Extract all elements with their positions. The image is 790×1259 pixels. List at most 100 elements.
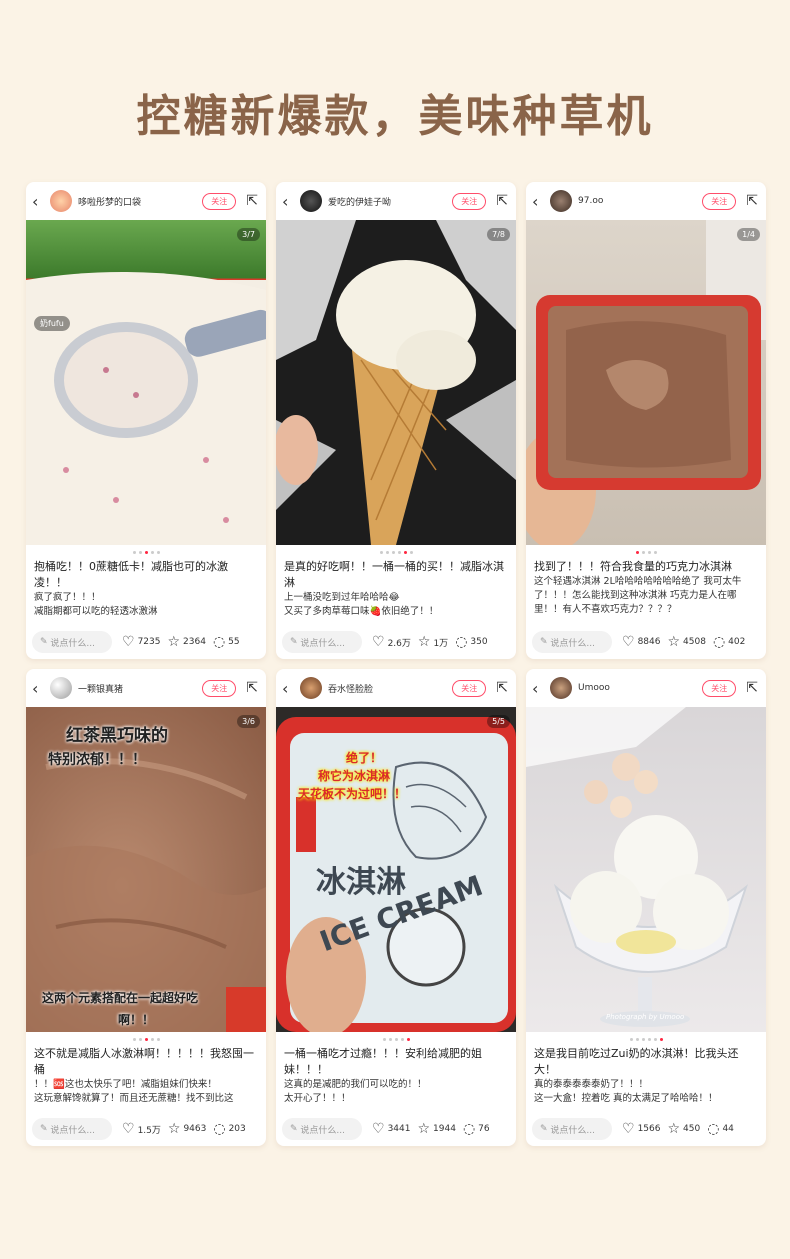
comment-button[interactable]: ◌ 44: [707, 1121, 734, 1137]
collect-button[interactable]: ☆ 1万: [418, 634, 448, 650]
share-icon[interactable]: ⇱: [746, 680, 758, 696]
back-arrow-icon[interactable]: ‹: [282, 192, 300, 211]
post-body: 找到了！！！符合我食量的巧克力冰淇淋 这个轻遇冰淇淋 2L哈哈哈哈哈哈哈绝了 我…: [526, 559, 766, 623]
comment-count: 350: [470, 637, 488, 647]
comment-input[interactable]: ✎ 说点什么...: [282, 631, 362, 653]
comment-count: 76: [478, 1124, 490, 1134]
overlay-text: 特别浓郁！！！: [48, 752, 146, 768]
comment-button[interactable]: ◌ 350: [455, 634, 487, 650]
back-arrow-icon[interactable]: ‹: [532, 192, 550, 211]
post-photo[interactable]: 3/7 奶fufu: [26, 220, 266, 545]
post-header: ‹ 吞水怪脸脸 关注 ⇱: [276, 669, 516, 707]
post-card[interactable]: ‹ 97.oo 关注 ⇱ 1/4 找到了！！！符合我食量的巧克力冰淇淋 这个轻遇…: [526, 182, 766, 659]
post-title: 这不就是减脂人冰激淋啊！！！！！我怒囤一桶: [34, 1047, 254, 1076]
post-header: ‹ 一颗银真猪 关注 ⇱: [26, 669, 266, 707]
follow-button[interactable]: 关注: [202, 679, 237, 697]
comment-input[interactable]: ✎ 说点什么...: [32, 631, 112, 653]
collect-count: 1万: [433, 638, 449, 649]
comment-button[interactable]: ◌ 203: [213, 1121, 245, 1137]
photo-tag[interactable]: 奶fufu: [34, 316, 70, 331]
post-photo[interactable]: 7/8: [276, 220, 516, 545]
follow-button[interactable]: 关注: [202, 192, 237, 210]
avatar[interactable]: [300, 677, 322, 699]
post-card[interactable]: ‹ 哆啦彤梦的口袋 关注 ⇱ 3/7 奶fufu 抱桶吃！！0蔗糖低卡！减脂也可…: [26, 182, 266, 659]
username[interactable]: 爱吃的伊娃子呦: [328, 195, 452, 208]
like-button[interactable]: ♡ 8846: [622, 634, 660, 650]
collect-button[interactable]: ☆ 2364: [167, 634, 205, 650]
comment-input[interactable]: ✎ 说点什么...: [32, 1118, 112, 1140]
comment-bubble-icon: ◌: [707, 1121, 720, 1137]
collect-button[interactable]: ☆ 450: [667, 1121, 700, 1137]
page-headline: 控糖新爆款，美味种草机: [136, 91, 654, 142]
post-photo[interactable]: Photograph by Umooo: [526, 707, 766, 1032]
comment-button[interactable]: ◌ 76: [463, 1121, 490, 1137]
share-icon[interactable]: ⇱: [246, 193, 258, 209]
like-button[interactable]: ♡ 1.5万: [122, 1121, 161, 1137]
username[interactable]: 97.oo: [578, 196, 702, 206]
share-icon[interactable]: ⇱: [496, 680, 508, 696]
post-photo[interactable]: 1/4: [526, 220, 766, 545]
like-count: 2.6万: [387, 638, 411, 649]
engagement-bar: ✎ 说点什么... ♡ 2.6万 ☆ 1万 ◌ 350: [276, 625, 516, 659]
comment-button[interactable]: ◌ 55: [213, 634, 240, 650]
overlay-text: 红茶黑巧味的: [66, 726, 168, 746]
collect-button[interactable]: ☆ 1944: [417, 1121, 455, 1137]
share-icon[interactable]: ⇱: [246, 680, 258, 696]
username[interactable]: 一颗银真猪: [78, 682, 202, 695]
share-icon[interactable]: ⇱: [496, 193, 508, 209]
avatar[interactable]: [550, 677, 572, 699]
post-photo[interactable]: 红茶黑巧味的 特别浓郁！！！ 这两个元素搭配在一起超好吃 啊！！ 3/6: [26, 707, 266, 1032]
collect-count: 1944: [433, 1124, 456, 1134]
collect-button[interactable]: ☆ 4508: [667, 634, 705, 650]
avatar[interactable]: [50, 190, 72, 212]
comment-count: 402: [728, 637, 746, 647]
post-text: 这一大盒！控着吃 真的太满足了哈哈哈！！: [534, 1093, 718, 1104]
heart-icon: ♡: [372, 634, 385, 650]
avatar[interactable]: [550, 190, 572, 212]
follow-button[interactable]: 关注: [452, 192, 487, 210]
overlay-text: 啊！！: [118, 1013, 155, 1027]
username[interactable]: 哆啦彤梦的口袋: [78, 195, 202, 208]
follow-button[interactable]: 关注: [702, 192, 737, 210]
comment-input[interactable]: ✎ 说点什么...: [532, 1118, 612, 1140]
follow-button[interactable]: 关注: [702, 679, 737, 697]
post-title: 是真的好吃啊！！一桶一桶的买！！减脂冰淇淋: [284, 560, 504, 589]
post-card[interactable]: ‹ Umooo 关注 ⇱ Photograph by Umooo 这是我目前吃过…: [526, 669, 766, 1146]
collect-button[interactable]: ☆ 9463: [168, 1121, 206, 1137]
heart-icon: ♡: [122, 634, 135, 650]
avatar[interactable]: [300, 190, 322, 212]
image-counter: 3/7: [237, 228, 260, 241]
username[interactable]: Umooo: [578, 683, 702, 693]
avatar[interactable]: [50, 677, 72, 699]
back-arrow-icon[interactable]: ‹: [532, 679, 550, 698]
carousel-dots: [276, 1032, 516, 1046]
image-counter: 3/6: [237, 715, 260, 728]
like-button[interactable]: ♡ 3441: [372, 1121, 410, 1137]
post-card[interactable]: ‹ 爱吃的伊娃子呦 关注 ⇱ 7/8 是真的好吃啊！！一桶一桶的买！！减脂冰淇淋…: [276, 182, 516, 659]
overlay-text: 绝了！: [346, 751, 383, 765]
comment-button[interactable]: ◌ 402: [713, 634, 745, 650]
collect-count: 2364: [183, 637, 206, 647]
comment-input[interactable]: ✎ 说点什么...: [282, 1118, 362, 1140]
back-arrow-icon[interactable]: ‹: [282, 679, 300, 698]
like-button[interactable]: ♡ 1566: [622, 1121, 660, 1137]
comment-count: 203: [228, 1124, 246, 1134]
like-count: 1566: [637, 1124, 661, 1134]
back-arrow-icon[interactable]: ‹: [32, 192, 50, 211]
username[interactable]: 吞水怪脸脸: [328, 682, 452, 695]
comment-input[interactable]: ✎ 说点什么...: [532, 631, 612, 653]
heart-icon: ♡: [122, 1121, 135, 1137]
comment-count: 55: [228, 637, 240, 647]
share-icon[interactable]: ⇱: [746, 193, 758, 209]
post-card[interactable]: ‹ 一颗银真猪 关注 ⇱ 红茶黑巧味的 特别浓郁！！！ 这两个元素搭配在一起超好…: [26, 669, 266, 1146]
comment-placeholder: 说点什么...: [550, 1125, 595, 1136]
like-button[interactable]: ♡ 2.6万: [372, 634, 411, 650]
sundae-glass-image: [526, 707, 749, 1027]
back-arrow-icon[interactable]: ‹: [32, 679, 50, 698]
follow-button[interactable]: 关注: [452, 679, 487, 697]
post-photo[interactable]: 绝了！ 称它为冰淇淋 天花板不为过吧！！ 冰淇淋 ICE CREAM 5/5: [276, 707, 516, 1032]
heart-icon: ♡: [622, 634, 635, 650]
like-button[interactable]: ♡ 7235: [122, 634, 160, 650]
post-card[interactable]: ‹ 吞水怪脸脸 关注 ⇱ 绝了！ 称它为冰淇淋 天花板不为过吧！！ 冰淇淋 IC…: [276, 669, 516, 1146]
heart-icon: ♡: [622, 1121, 635, 1137]
